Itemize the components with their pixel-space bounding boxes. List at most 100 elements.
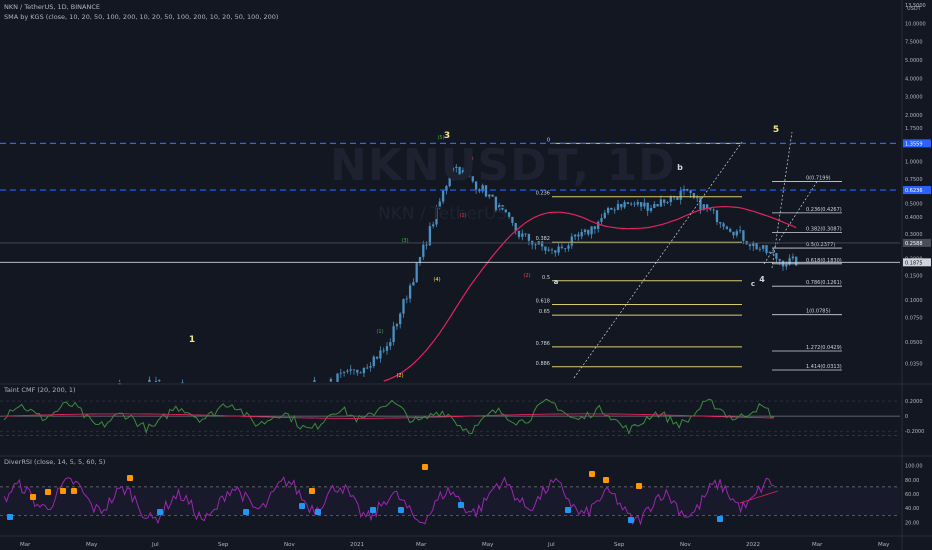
time-tick-label: 2022 bbox=[746, 542, 760, 548]
price-tick-label: 1.7500 bbox=[905, 126, 923, 132]
candle-body bbox=[613, 209, 616, 211]
candle-body bbox=[560, 246, 564, 248]
candle-body bbox=[639, 202, 643, 207]
price-axis[interactable]: 13.500010.00007.50005.00004.00003.00002.… bbox=[903, 3, 931, 526]
candle-body bbox=[181, 382, 184, 384]
candle-body bbox=[366, 367, 369, 369]
candle-body bbox=[550, 249, 554, 251]
candle-body bbox=[349, 369, 352, 371]
candle-body bbox=[676, 197, 679, 200]
price-tick-label: 0.0500 bbox=[905, 340, 923, 346]
candle-body bbox=[771, 252, 775, 253]
price-tick-label: 5.0000 bbox=[905, 58, 923, 64]
candle-body bbox=[441, 190, 445, 202]
candle-body bbox=[732, 231, 735, 236]
bull-divergence-marker bbox=[157, 509, 163, 515]
candle-body bbox=[785, 264, 788, 267]
candle-body bbox=[557, 246, 560, 253]
candle-body bbox=[359, 372, 362, 374]
candle-body bbox=[600, 218, 603, 222]
symbol-title[interactable]: NKN / TetherUS, 1D, BINANCE bbox=[4, 3, 100, 11]
candle-body bbox=[329, 379, 333, 382]
candle-body bbox=[369, 366, 372, 368]
bull-divergence-marker bbox=[243, 509, 249, 515]
candle-body bbox=[570, 236, 573, 246]
wave-label: (2) bbox=[523, 273, 530, 279]
candle-body bbox=[689, 190, 692, 193]
price-tick-label: 10.0000 bbox=[905, 21, 926, 27]
bull-divergence-marker bbox=[628, 517, 634, 523]
candle-body bbox=[564, 247, 567, 249]
price-tick-label: 2.0000 bbox=[905, 113, 923, 119]
rsi-tick-label: 60.00 bbox=[905, 492, 919, 498]
candle-body bbox=[778, 258, 781, 261]
price-tag-label: 0.1875 bbox=[905, 260, 923, 266]
candle-body bbox=[534, 244, 537, 246]
cmf-tick-label: 0.2000 bbox=[905, 399, 923, 405]
candle-body bbox=[646, 202, 649, 211]
price-tick-label: 0.5000 bbox=[905, 201, 923, 207]
projection-line bbox=[763, 179, 819, 265]
candle-body bbox=[507, 212, 511, 217]
candle-body bbox=[686, 188, 689, 191]
price-tick-label: 1.0000 bbox=[905, 160, 923, 166]
bear-divergence-marker bbox=[71, 488, 77, 494]
candle-body bbox=[544, 246, 547, 251]
fib-retracement-label: 0.786 bbox=[536, 341, 550, 347]
candle-body bbox=[362, 368, 366, 374]
fib-extension-label: 0.236(0.4267) bbox=[806, 207, 842, 213]
rsi-pane bbox=[0, 464, 900, 526]
bull-divergence-marker bbox=[299, 503, 305, 509]
wave-label: (4) bbox=[433, 277, 440, 283]
price-tag-label: 1.3559 bbox=[905, 141, 923, 147]
candle-body bbox=[567, 245, 570, 249]
price-tick-label: 0.4000 bbox=[905, 215, 923, 221]
candle-body bbox=[590, 226, 593, 235]
candle-body bbox=[154, 381, 158, 382]
candle-body bbox=[722, 223, 725, 227]
time-tick-label: Mar bbox=[812, 542, 823, 548]
candle-body bbox=[636, 202, 639, 205]
bear-divergence-marker bbox=[636, 483, 642, 489]
candle-body bbox=[524, 233, 527, 235]
price-tick-label: 4.0000 bbox=[905, 76, 923, 82]
wave-label: (3) bbox=[401, 238, 408, 244]
time-tick-label: Jul bbox=[547, 542, 555, 548]
wave-label: 5 bbox=[773, 125, 779, 135]
wave-label: a bbox=[554, 278, 559, 286]
candle-body bbox=[583, 229, 587, 233]
time-axis[interactable]: Mar May Jul Sep Nov 2021 Mar May Jul Sep Nov 2022 Ma… bbox=[20, 542, 890, 548]
candle-body bbox=[666, 202, 669, 203]
candle-body bbox=[735, 231, 738, 236]
candle-body bbox=[356, 369, 359, 373]
time-tick-label: Mar bbox=[416, 542, 427, 548]
candle-body bbox=[375, 356, 379, 359]
candle-body bbox=[606, 207, 610, 213]
watermark-name: NKN / TetherUS bbox=[378, 204, 508, 224]
candle-body bbox=[342, 371, 346, 373]
candle-body bbox=[422, 244, 425, 257]
candle-body bbox=[425, 244, 428, 246]
rsi-indicator-title[interactable]: DiverRSI (close, 14, 5, 5, 60, 5) bbox=[4, 458, 105, 466]
candle-body bbox=[719, 221, 722, 224]
cmf-indicator-title[interactable]: Taint CMF (20, 200, 1) bbox=[4, 386, 76, 394]
candle-body bbox=[659, 199, 663, 207]
price-tick-label: 7.5000 bbox=[905, 40, 923, 46]
currency-label: USDT bbox=[907, 6, 922, 12]
candle-body bbox=[382, 350, 385, 352]
chart-canvas[interactable]: 0 0.236 0.382 0.5 0.618 0.65 0.786 0.886 0(0.719… bbox=[0, 0, 932, 550]
sma-indicator-title[interactable]: SMA by KGS (close, 10, 20, 50, 100, 200,… bbox=[4, 13, 278, 21]
candle-body bbox=[623, 202, 626, 208]
fib-retracement-label: 0.5 bbox=[542, 275, 550, 281]
candle-body bbox=[791, 256, 795, 259]
time-tick-label: Nov bbox=[284, 542, 295, 548]
candle-body bbox=[372, 356, 375, 367]
candle-body bbox=[379, 350, 382, 359]
candle-body bbox=[511, 216, 514, 223]
fib-extension-label: 0.382(0.3087) bbox=[806, 226, 842, 232]
candle-body bbox=[738, 230, 742, 232]
candle-body bbox=[405, 298, 408, 300]
candle-body bbox=[488, 194, 491, 197]
candle-body bbox=[656, 204, 659, 207]
fib-extension-label: 1.272(0.0429) bbox=[806, 345, 842, 351]
